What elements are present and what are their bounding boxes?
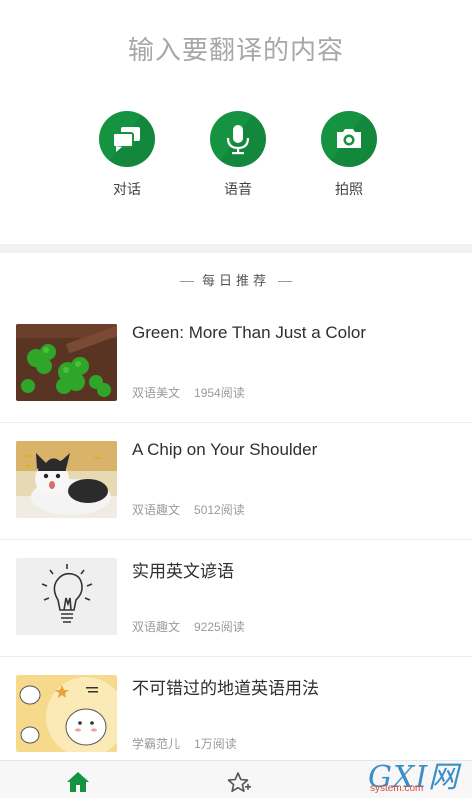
article-category: 双语美文 [132, 386, 181, 400]
article-item[interactable]: 实用英文谚语 双语趣文 9225阅读 [0, 539, 472, 657]
article-reads: 1万阅读 [194, 737, 237, 751]
microphone-icon [210, 111, 266, 167]
camera-label: 拍照 [335, 181, 363, 197]
article-title: Green: More Than Just a Color [132, 323, 367, 342]
article-title: 不可错过的地道英语用法 [132, 679, 319, 698]
translate-header: 输入要翻译的内容 对话 语音 拍照 [0, 0, 472, 244]
article-category: 双语趣文 [132, 503, 181, 517]
article-category: 双语趣文 [132, 620, 181, 634]
article-title: A Chip on Your Shoulder [132, 440, 318, 459]
chat-icon [99, 111, 155, 167]
chat-button[interactable]: 对话 [82, 111, 172, 199]
tab-favorites[interactable] [226, 771, 252, 800]
site-watermark: GXI网 system.com [368, 752, 468, 796]
chat-label: 对话 [113, 181, 141, 197]
voice-label: 语音 [224, 181, 252, 197]
star-add-icon [227, 772, 251, 792]
article-reads: 9225阅读 [194, 620, 245, 634]
article-item[interactable]: Green: More Than Just a Color 双语美文 1954阅读 [0, 305, 472, 423]
article-meta: 双语趣文 5012阅读 [132, 501, 245, 518]
article-reads: 5012阅读 [194, 503, 245, 517]
camera-icon [321, 111, 377, 167]
voice-button[interactable]: 语音 [193, 111, 283, 199]
camera-button[interactable]: 拍照 [304, 111, 394, 199]
input-mode-actions: 对话 语音 拍照 [0, 111, 472, 211]
article-category: 学霸范儿 [132, 737, 181, 751]
article-meta: 双语美文 1954阅读 [132, 384, 245, 401]
section-divider [0, 244, 472, 253]
article-reads: 1954阅读 [194, 386, 245, 400]
lightbulb-image [16, 558, 117, 635]
tab-home[interactable] [66, 771, 90, 798]
clover-image [16, 324, 117, 401]
article-meta: 学霸范儿 1万阅读 [132, 735, 237, 752]
article-title: 实用英文谚语 [132, 562, 234, 581]
article-meta: 双语趣文 9225阅读 [132, 618, 245, 635]
watermark-domain: system.com [370, 783, 424, 794]
cat-image [16, 441, 117, 518]
daily-recommend-title: 每日推荐 [0, 270, 472, 289]
article-item[interactable]: A Chip on Your Shoulder 双语趣文 5012阅读 [0, 422, 472, 540]
cartoon-image [16, 675, 117, 752]
home-icon [67, 772, 89, 792]
translate-input[interactable]: 输入要翻译的内容 [0, 30, 472, 67]
